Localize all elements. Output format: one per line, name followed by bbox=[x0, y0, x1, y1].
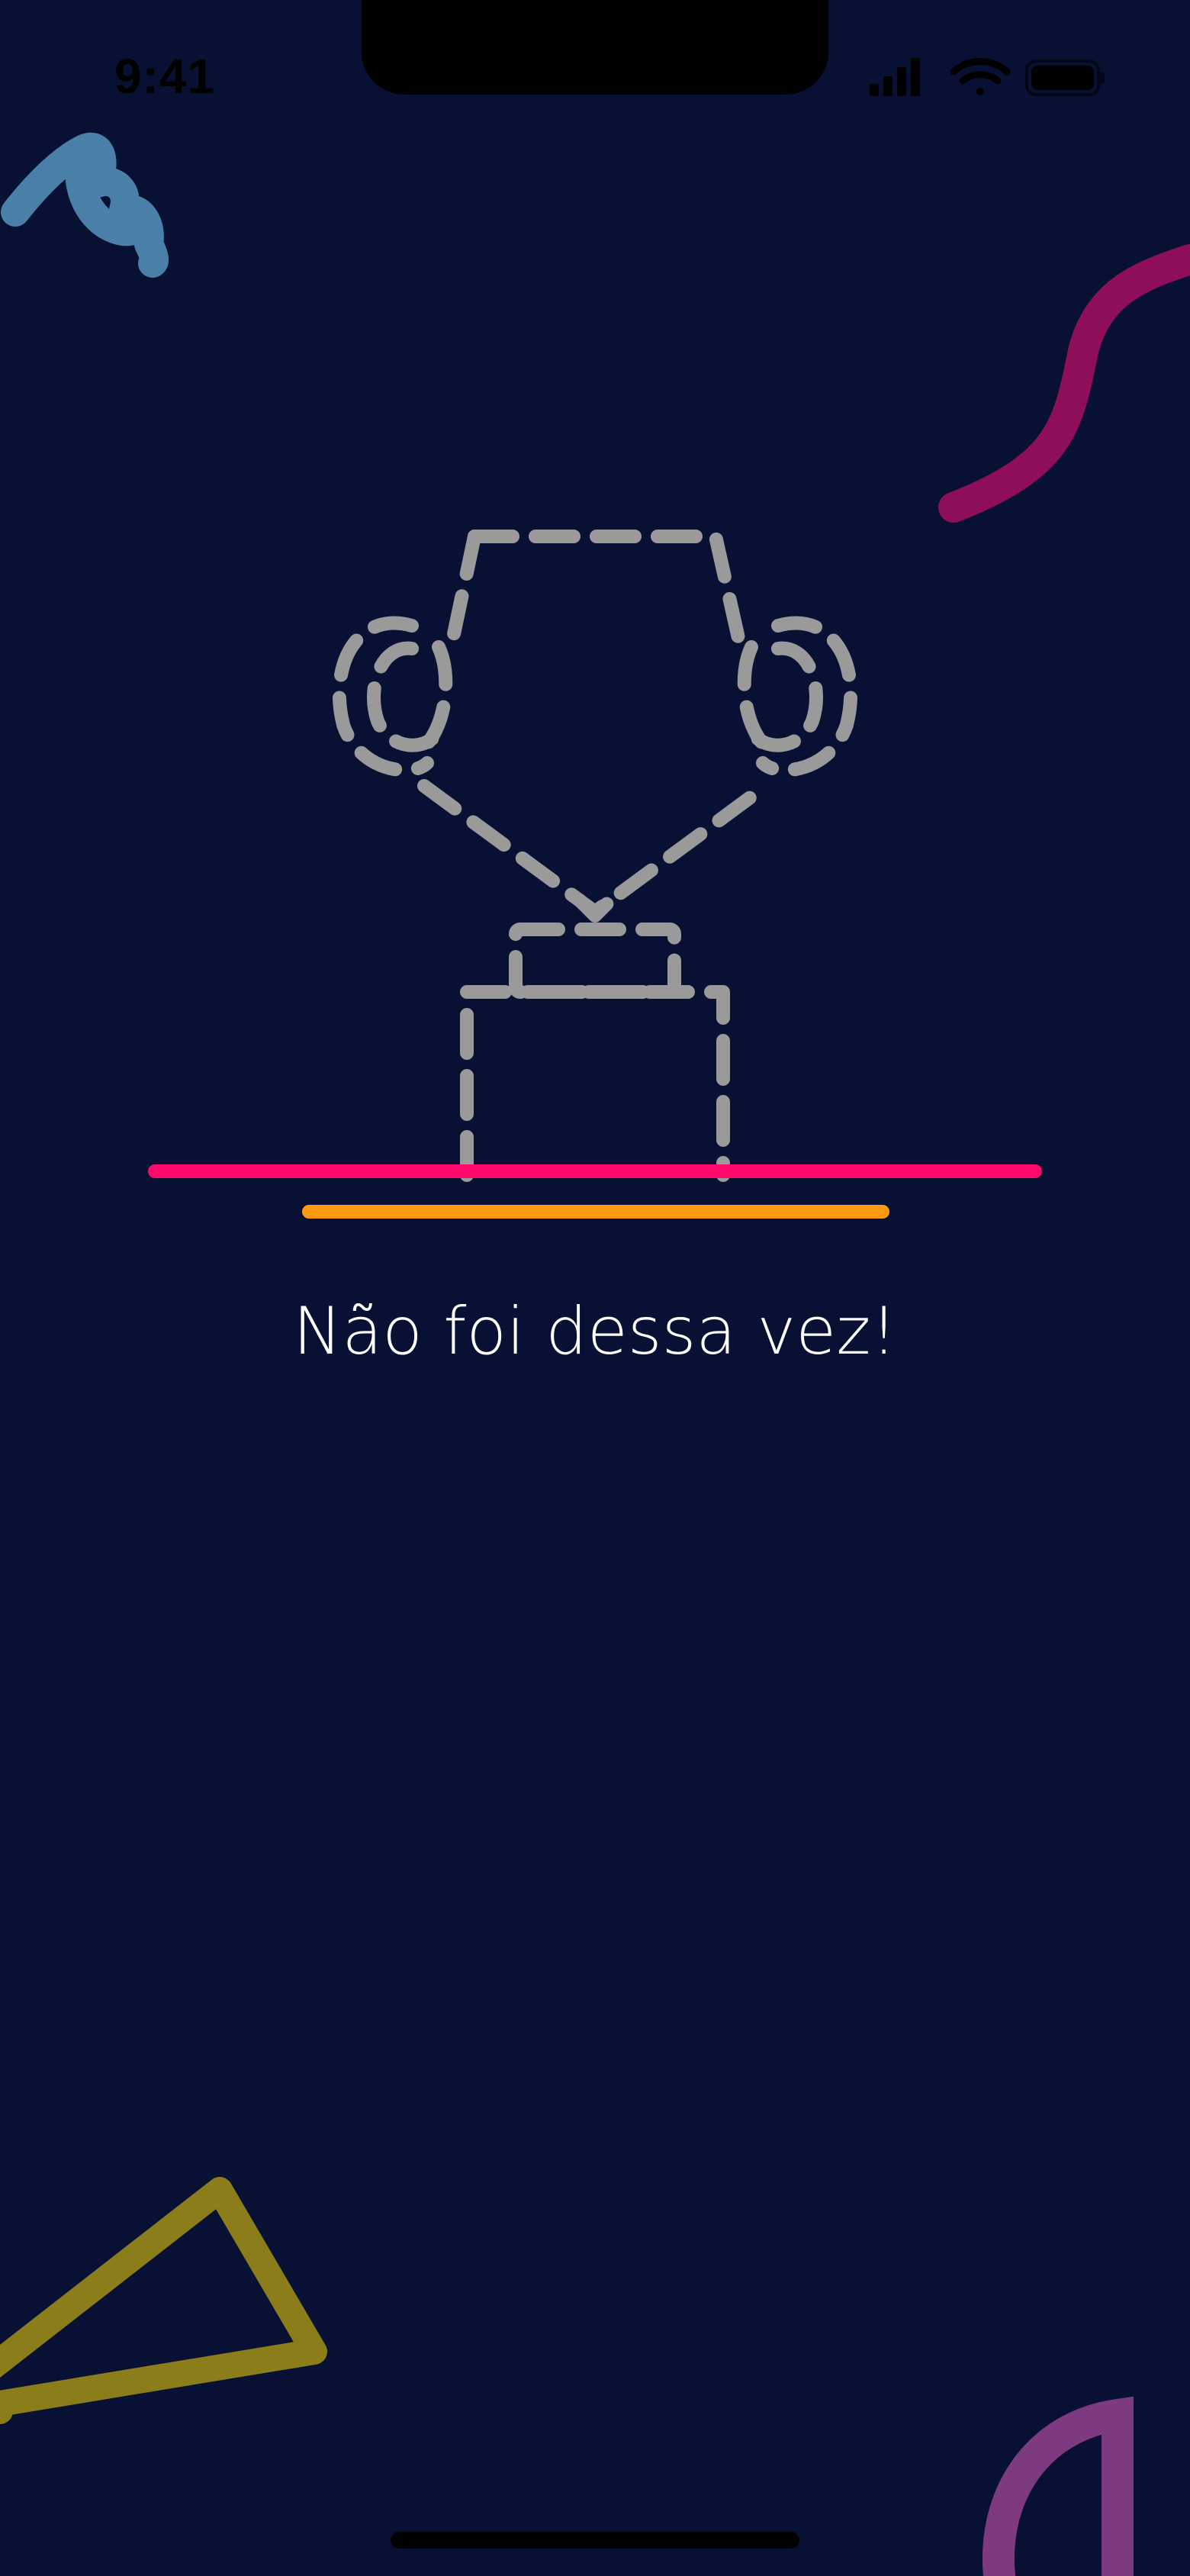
wifi-icon bbox=[950, 58, 1011, 95]
battery-icon bbox=[1025, 60, 1105, 96]
home-indicator[interactable] bbox=[391, 2532, 799, 2549]
result-message: Não foi dessa vez! bbox=[293, 1293, 897, 1370]
status-time: 9:41 bbox=[114, 49, 216, 104]
trophy-outline-icon bbox=[148, 530, 1042, 1219]
status-icons bbox=[870, 58, 1105, 96]
device-notch bbox=[362, 0, 828, 95]
cellular-signal-icon bbox=[870, 58, 920, 96]
screen: 9:41 Não foi dessa vez! bbox=[0, 0, 1190, 2576]
